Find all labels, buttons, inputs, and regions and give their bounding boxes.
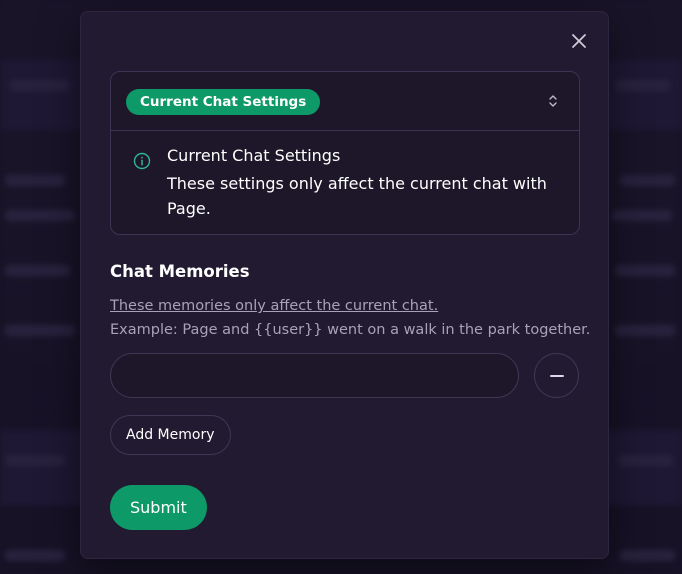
settings-info-title: Current Chat Settings [167,146,341,165]
chat-memories-title: Chat Memories [110,262,250,281]
chevron-up-down-icon [549,95,557,107]
settings-badge: Current Chat Settings [126,89,321,115]
submit-button[interactable]: Submit [110,485,207,530]
close-button[interactable] [569,31,589,51]
settings-info-description: These settings only affect the current c… [167,174,547,218]
chat-settings-modal: Current Chat Settings Current Chat Setti… [80,11,609,559]
settings-accordion: Current Chat Settings Current Chat Setti… [110,71,580,235]
remove-memory-button[interactable] [534,353,579,398]
info-icon [133,152,151,170]
minus-icon [550,375,564,377]
memories-info-link[interactable]: These memories only affect the current c… [110,298,438,314]
close-icon [572,34,586,48]
add-memory-button[interactable]: Add Memory [110,415,231,455]
memories-example-text: Example: Page and {{user}} went on a wal… [110,322,591,338]
memory-input[interactable] [110,353,519,398]
settings-accordion-header[interactable]: Current Chat Settings [111,72,579,131]
